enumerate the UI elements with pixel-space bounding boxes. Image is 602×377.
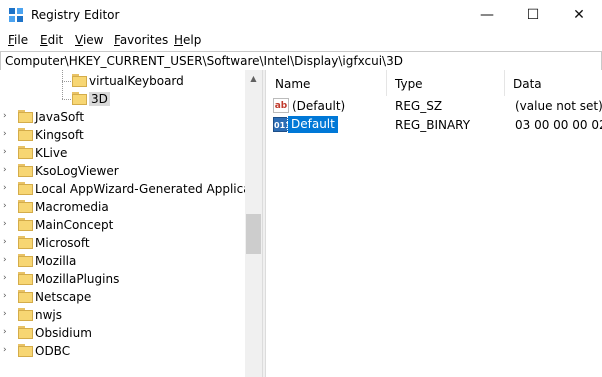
tree-item-label: Macromedia: [35, 200, 109, 214]
folder-icon: [18, 110, 33, 123]
binary-value-icon: 011: [273, 117, 291, 132]
folder-icon: [18, 326, 33, 339]
tree-item-label: ODBC: [35, 344, 71, 358]
expand-chevron-icon[interactable]: ›: [3, 220, 9, 229]
tree-item-label: JavaSoft: [35, 110, 85, 124]
menu-help[interactable]: Help: [174, 33, 201, 47]
expand-chevron-icon[interactable]: ›: [3, 148, 9, 157]
tree-branch-line: [62, 99, 71, 100]
tree-item[interactable]: › JavaSoft: [0, 108, 262, 126]
folder-icon: [18, 308, 33, 321]
tree-item-label: virtualKeyboard: [89, 74, 184, 88]
tree-item[interactable]: › Netscape: [0, 288, 262, 306]
expand-chevron-icon[interactable]: ›: [3, 310, 9, 319]
scrollbar-thumb[interactable]: [246, 214, 261, 254]
tree-item-label: 3D: [89, 92, 110, 106]
menu-view[interactable]: View: [75, 33, 103, 47]
expand-chevron-icon[interactable]: ›: [3, 202, 9, 211]
expand-chevron-icon[interactable]: ›: [3, 130, 9, 139]
value-name: Default: [287, 115, 339, 134]
tree-item[interactable]: › Obsidium: [0, 324, 262, 342]
string-value-icon: ab: [273, 98, 289, 113]
folder-icon: [18, 128, 33, 141]
expand-chevron-icon[interactable]: ›: [3, 184, 9, 193]
expand-chevron-icon[interactable]: ›: [3, 112, 9, 121]
tree-item-selected[interactable]: 3D: [0, 90, 262, 108]
value-row[interactable]: ab (Default) REG_SZ (value not set): [266, 96, 602, 115]
tree-item[interactable]: › Kingsoft: [0, 126, 262, 144]
tree-item-label: Kingsoft: [35, 128, 84, 142]
value-data: (value not set): [515, 99, 602, 113]
tree-item[interactable]: › KsoLogViewer: [0, 162, 262, 180]
menu-bar: File Edit View Favorites Help: [0, 30, 602, 50]
folder-icon: [72, 74, 87, 87]
tree-item[interactable]: › Macromedia: [0, 198, 262, 216]
tree-item[interactable]: › Local AppWizard-Generated Application: [0, 180, 262, 198]
scroll-up-icon[interactable]: ▲: [245, 70, 262, 87]
value-row-selected[interactable]: 011 Default REG_BINARY 03 00 00 00 02 00: [266, 115, 602, 134]
address-path[interactable]: Computer\HKEY_CURRENT_USER\Software\Inte…: [5, 54, 403, 68]
key-tree[interactable]: virtualKeyboard 3D › JavaSoft › Kingsoft › KLiv…: [0, 70, 262, 377]
minimize-button[interactable]: —: [464, 0, 510, 30]
folder-icon: [18, 182, 33, 195]
column-header-type[interactable]: Type: [386, 70, 504, 96]
value-name: (Default): [292, 99, 346, 113]
folder-icon: [18, 146, 33, 159]
expand-chevron-icon[interactable]: ›: [3, 166, 9, 175]
value-type: REG_SZ: [395, 99, 443, 113]
tree-item[interactable]: › nwjs: [0, 306, 262, 324]
window-title: Registry Editor: [31, 8, 120, 22]
menu-edit[interactable]: Edit: [40, 33, 63, 47]
close-button[interactable]: ✕: [556, 0, 602, 30]
tree-item-label: Obsidium: [35, 326, 92, 340]
folder-icon: [72, 92, 87, 105]
expand-chevron-icon[interactable]: ›: [3, 274, 9, 283]
tree-item[interactable]: › KLive: [0, 144, 262, 162]
value-type: REG_BINARY: [395, 118, 471, 132]
folder-icon: [18, 254, 33, 267]
tree-item[interactable]: › Mozilla: [0, 252, 262, 270]
values-list[interactable]: Name Type Data ab (Default) REG_SZ (valu…: [266, 70, 602, 377]
expand-chevron-icon[interactable]: ›: [3, 346, 9, 355]
tree-item-label: nwjs: [35, 308, 63, 322]
tree-branch-line: [62, 81, 71, 82]
folder-icon: [18, 272, 33, 285]
menu-favorites[interactable]: Favorites: [114, 33, 168, 47]
column-header-name[interactable]: Name: [266, 70, 386, 96]
column-header-data[interactable]: Data: [504, 70, 602, 96]
address-bar[interactable]: Computer\HKEY_CURRENT_USER\Software\Inte…: [0, 51, 602, 71]
tree-scrollbar[interactable]: ▲: [245, 70, 262, 377]
tree-item[interactable]: › MainConcept: [0, 216, 262, 234]
expand-chevron-icon[interactable]: ›: [3, 256, 9, 265]
tree-item-label: KLive: [35, 146, 68, 160]
value-data: 03 00 00 00 02 00: [515, 118, 602, 132]
folder-icon: [18, 164, 33, 177]
folder-icon: [18, 218, 33, 231]
tree-item-label: Mozilla: [35, 254, 77, 268]
folder-icon: [18, 344, 33, 357]
registry-editor-icon: [9, 8, 23, 22]
maximize-button[interactable]: ☐: [510, 0, 556, 30]
tree-item-label: MainConcept: [35, 218, 114, 232]
folder-icon: [18, 290, 33, 303]
tree-item[interactable]: › ODBC: [0, 342, 262, 360]
tree-item[interactable]: › MozillaPlugins: [0, 270, 262, 288]
folder-icon: [18, 236, 33, 249]
menu-file[interactable]: File: [8, 33, 28, 47]
tree-item-label: Netscape: [35, 290, 92, 304]
title-bar: Registry Editor — ☐ ✕: [0, 0, 602, 30]
expand-chevron-icon[interactable]: ›: [3, 238, 9, 247]
tree-item-label: Local AppWizard-Generated Application: [35, 182, 262, 196]
tree-item[interactable]: › Microsoft: [0, 234, 262, 252]
folder-icon: [18, 200, 33, 213]
tree-item-label: Microsoft: [35, 236, 90, 250]
tree-item-label: KsoLogViewer: [35, 164, 119, 178]
tree-item-label: MozillaPlugins: [35, 272, 120, 286]
tree-item[interactable]: virtualKeyboard: [0, 72, 262, 90]
expand-chevron-icon[interactable]: ›: [3, 328, 9, 337]
expand-chevron-icon[interactable]: ›: [3, 292, 9, 301]
